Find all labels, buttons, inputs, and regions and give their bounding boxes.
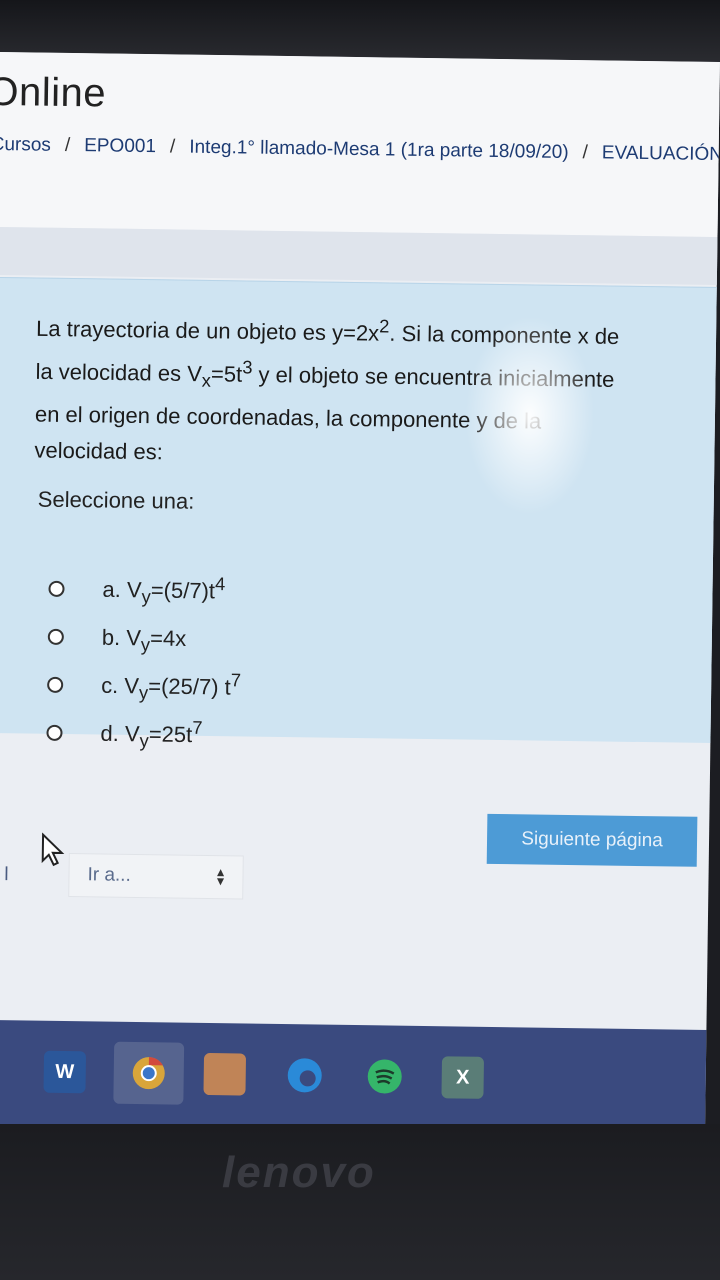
breadcrumb-separator: / <box>582 142 589 164</box>
option-label: b. Vy=4x <box>101 624 187 656</box>
monitor-brand-logo: lenovo <box>222 1148 376 1197</box>
radio-button[interactable] <box>46 724 63 741</box>
breadcrumb: Cursos / EPO001 / Integ.1° llamado-Mesa … <box>0 134 720 166</box>
select-one-label: Seleccione una: <box>37 486 195 514</box>
spotify-icon[interactable] <box>363 1055 406 1098</box>
breadcrumb-course-code[interactable]: EPO001 <box>84 135 156 158</box>
option-label: d. Vy=25t7 <box>100 716 203 752</box>
breadcrumb-evaluation[interactable]: EVALUACIÓN <box>602 142 720 166</box>
screen-glare <box>463 314 597 517</box>
excel-icon[interactable]: X <box>441 1056 485 1099</box>
breadcrumb-courses[interactable]: Cursos <box>0 134 51 157</box>
radio-button[interactable] <box>47 676 64 693</box>
jump-to-placeholder: Ir a... <box>87 864 131 886</box>
breadcrumb-separator: / <box>169 136 176 158</box>
previous-activity-link[interactable]: a l <box>0 864 9 886</box>
answer-option-b[interactable]: b. Vy=4x <box>47 622 187 656</box>
mouse-pointer-icon <box>41 832 65 867</box>
breadcrumb-separator: / <box>64 134 71 156</box>
answer-option-d[interactable]: d. Vy=25t7 <box>46 716 203 752</box>
next-page-button[interactable]: Siguiente página <box>486 813 698 867</box>
breadcrumb-exam[interactable]: Integ.1° llamado-Mesa 1 (1ra parte 18/09… <box>189 137 569 164</box>
answer-option-a[interactable]: a. Vy=(5/7)t4 <box>48 573 226 608</box>
question-box: La trayectoria de un objeto es y=2x2. Si… <box>0 276 720 751</box>
site-title: Online <box>0 69 107 116</box>
option-label: a. Vy=(5/7)t4 <box>102 573 226 608</box>
radio-button[interactable] <box>47 628 64 645</box>
header-divider-band <box>0 226 720 286</box>
edge-icon[interactable] <box>283 1054 326 1097</box>
taskbar: W X <box>0 1019 720 1134</box>
answer-option-c[interactable]: c. Vy=(25/7) t7 <box>47 669 242 703</box>
app-icon[interactable] <box>203 1052 247 1096</box>
page-header: Online Cursos / EPO001 / Integ.1° llamad… <box>0 52 720 238</box>
radio-button[interactable] <box>48 580 65 597</box>
word-icon[interactable]: W <box>43 1050 87 1094</box>
option-label: c. Vy=(25/7) t7 <box>100 669 242 703</box>
screen: Online Cursos / EPO001 / Integ.1° llamad… <box>0 52 720 1134</box>
chrome-icon[interactable] <box>113 1041 185 1105</box>
select-arrows-icon: ▲ ▼ <box>214 865 227 889</box>
jump-to-select[interactable]: Ir a... ▲ ▼ <box>68 853 244 900</box>
